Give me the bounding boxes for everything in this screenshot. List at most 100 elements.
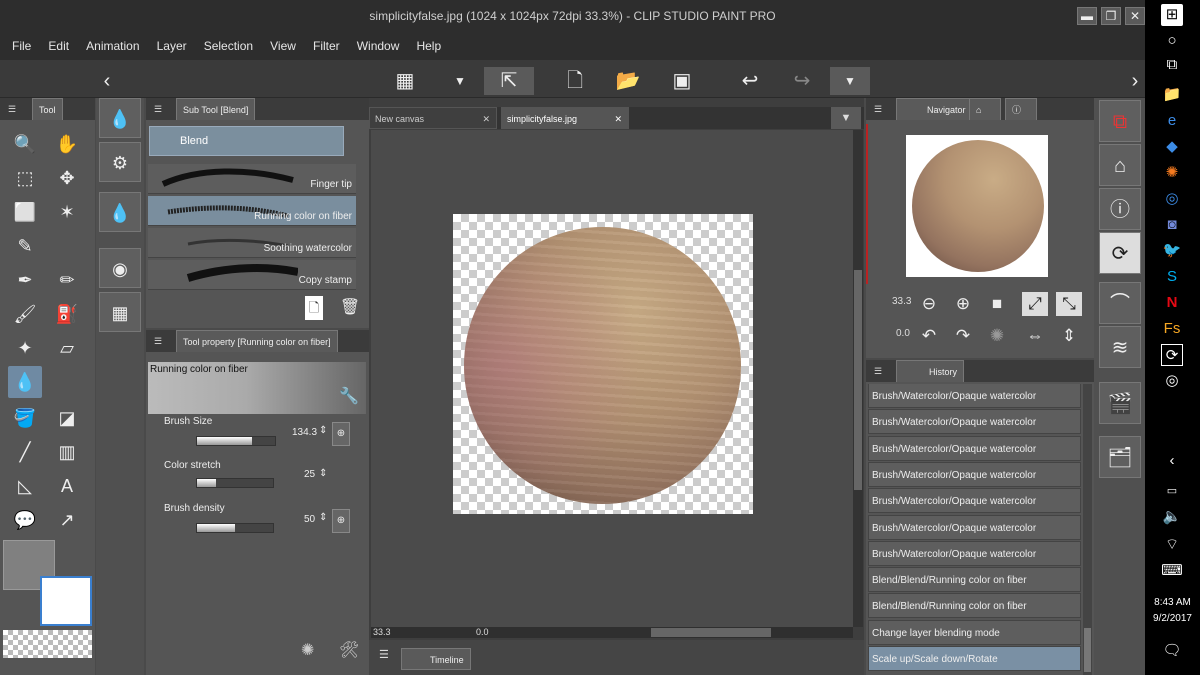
zoom-out-icon[interactable]: ⊖	[916, 292, 942, 316]
droplets-icon[interactable]: 💧	[99, 192, 141, 232]
app-fs-icon[interactable]: Fs	[1161, 318, 1183, 340]
pressure-icon[interactable]: ⊕	[332, 422, 350, 446]
tab-tool[interactable]: Tool	[32, 98, 63, 120]
tool-settings-icon[interactable]: 🛠	[339, 640, 359, 660]
volume-icon[interactable]: 🔈	[1161, 506, 1183, 528]
tab-navigator[interactable]: Navigator	[896, 98, 973, 120]
history-item[interactable]: Change layer blending mode	[868, 619, 1081, 645]
tab-sub-tool[interactable]: Sub Tool [Blend]	[176, 98, 256, 120]
navigator-dock-icon[interactable]: ⧉	[1099, 100, 1141, 142]
tabs-menu-icon[interactable]: ▼	[831, 107, 861, 129]
tab-new-canvas[interactable]: New canvas ✕	[369, 107, 497, 129]
dropdown-arrow-icon[interactable]: ▼	[440, 67, 480, 95]
history-scrollbar[interactable]	[1083, 384, 1092, 675]
info-tab-icon[interactable]: ⓘ	[1005, 98, 1037, 120]
history-item[interactable]: Blend/Blend/Running color on fiber	[868, 593, 1081, 619]
flip-vertical-icon[interactable]: ⇕	[1056, 324, 1082, 348]
horizontal-scrollbar[interactable]	[651, 628, 771, 637]
zoom-in-icon[interactable]: ⊕	[950, 292, 976, 316]
menu-selection[interactable]: Selection	[197, 32, 260, 60]
close-button[interactable]: ✕	[1125, 7, 1145, 25]
close-icon[interactable]: ✕	[482, 108, 490, 130]
discord-icon[interactable]: ◙	[1161, 214, 1183, 236]
netflix-icon[interactable]: N	[1161, 292, 1183, 314]
hand-icon[interactable]: ✋	[50, 128, 84, 160]
menu-file[interactable]: File	[5, 32, 38, 60]
settings-icon[interactable]: ⚙	[99, 142, 141, 182]
share-icon[interactable]: ⇱	[484, 67, 534, 95]
airbrush-icon[interactable]: ⛽	[50, 298, 84, 330]
eyedropper-icon[interactable]: ✎	[8, 230, 42, 262]
history-item[interactable]: Brush/Watercolor/Opaque watercolor	[868, 461, 1081, 487]
chevron-left-icon[interactable]: ‹	[1161, 450, 1183, 472]
layout-grid-icon[interactable]: ▦	[385, 67, 425, 95]
tab-timeline[interactable]: Timeline	[401, 648, 471, 670]
balloon-icon[interactable]: 💬	[8, 504, 42, 536]
rotate-left-icon[interactable]: ↶	[916, 324, 942, 348]
material-dock-icon[interactable]: 🗂	[1099, 436, 1141, 478]
brush-icon[interactable]: 🖌	[8, 298, 42, 330]
collapse-right-icon[interactable]: ›	[1128, 67, 1142, 95]
menu-help[interactable]: Help	[409, 32, 448, 60]
info-dock-icon[interactable]: ⓘ	[1099, 188, 1141, 230]
minimize-button[interactable]: ▬	[1077, 7, 1097, 25]
menu-view[interactable]: View	[263, 32, 303, 60]
keyboard-icon[interactable]: ⌨	[1161, 560, 1183, 582]
color-wheel-icon[interactable]: ◉	[99, 248, 141, 288]
spinner-icon[interactable]: ⇕	[319, 468, 327, 479]
history-item[interactable]: Brush/Watercolor/Opaque watercolor	[868, 540, 1081, 566]
layer-property-dock-icon[interactable]: ⌒	[1099, 282, 1141, 324]
cortana-icon[interactable]: ○	[1161, 30, 1183, 52]
wifi-icon[interactable]: ⌔	[1161, 534, 1183, 556]
magic-wand-icon[interactable]: ✶	[50, 196, 84, 228]
task-view-icon[interactable]: ⧉	[1161, 54, 1183, 76]
selection-icon[interactable]: ⬜	[8, 196, 42, 228]
skype-icon[interactable]: S	[1161, 266, 1183, 288]
history-item[interactable]: Scale up/Scale down/Rotate	[868, 646, 1081, 671]
open-folder-icon[interactable]: 📂	[608, 67, 648, 95]
brush-density-slider[interactable]	[196, 523, 274, 533]
wrench-icon[interactable]: 🔧	[336, 384, 362, 410]
text-icon[interactable]: A	[50, 470, 84, 502]
blend-category-icon[interactable]: 💧	[99, 98, 141, 138]
file-explorer-icon[interactable]: 📁	[1161, 84, 1183, 106]
brush-soothing-watercolor[interactable]: Soothing watercolor	[148, 228, 356, 258]
history-item[interactable]: Brush/Watercolor/Opaque watercolor	[868, 435, 1081, 461]
app-icon[interactable]: ◎	[1161, 370, 1183, 392]
animation-dock-icon[interactable]: 🎬	[1099, 382, 1141, 424]
store-icon[interactable]: ◆	[1161, 136, 1183, 158]
layer-dock-icon[interactable]: ≋	[1099, 326, 1141, 368]
menu-layer[interactable]: Layer	[150, 32, 194, 60]
sub-tool-group-blend[interactable]: Blend	[149, 126, 344, 156]
menu-icon[interactable]: ☰	[146, 336, 162, 346]
initial-settings-icon[interactable]: ✺	[301, 640, 314, 660]
menu-animation[interactable]: Animation	[79, 32, 146, 60]
move-icon[interactable]: ✥	[50, 162, 84, 194]
gradient-icon[interactable]: ◪	[50, 402, 84, 434]
tab-simplicityfalse[interactable]: simplicityfalse.jpg ✕	[501, 107, 629, 129]
menu-icon[interactable]: ☰	[146, 104, 162, 114]
frame-icon[interactable]: ▥	[50, 436, 84, 468]
tab-history[interactable]: History	[896, 360, 965, 382]
maximize-button[interactable]: ❐	[1101, 7, 1121, 25]
edge-icon[interactable]: e	[1161, 110, 1183, 132]
clock-time[interactable]: 8:43 AM	[1145, 597, 1200, 608]
trash-icon[interactable]: 🗑	[339, 296, 361, 320]
brush-finger-tip[interactable]: Finger tip	[148, 164, 356, 194]
sub-color-swatch[interactable]	[40, 576, 92, 626]
flip-horizontal-icon[interactable]: ⇔	[1022, 324, 1048, 348]
wood-sphere-artwork[interactable]	[464, 227, 741, 504]
close-icon[interactable]: ✕	[614, 108, 622, 130]
sub-view-tab-icon[interactable]: ⌂	[969, 98, 1001, 120]
pressure-icon[interactable]: ⊕	[332, 509, 350, 533]
correct-line-icon[interactable]: ↗	[50, 504, 84, 536]
rotate-right-icon[interactable]: ↷	[950, 324, 976, 348]
menu-icon[interactable]: ☰	[0, 104, 16, 114]
vertical-scrollbar[interactable]	[853, 130, 863, 627]
brush-copy-stamp[interactable]: Copy stamp	[148, 260, 356, 290]
save-icon[interactable]: ▣	[662, 67, 702, 95]
blender-icon[interactable]: ✺	[1161, 162, 1183, 184]
object-icon[interactable]: ⬚	[8, 162, 42, 194]
actual-size-icon[interactable]: ■	[984, 292, 1010, 316]
history-dock-icon[interactable]: ⟳	[1099, 232, 1141, 274]
